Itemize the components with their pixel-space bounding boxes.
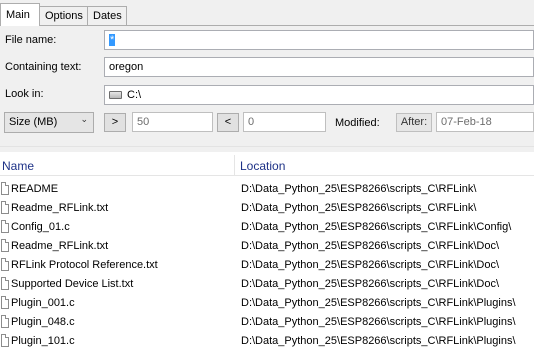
chevron-down-icon: ⌄ — [80, 114, 88, 124]
location-cell: D:\Data_Python_25\ESP8266\scripts_C\RFLi… — [241, 221, 512, 233]
file-name-input[interactable]: * — [104, 30, 534, 50]
table-row[interactable]: Plugin_101.c D:\Data_Python_25\ESP8266\s… — [0, 332, 534, 351]
table-row[interactable]: Plugin_001.c D:\Data_Python_25\ESP8266\s… — [0, 294, 534, 313]
file-icon — [1, 239, 9, 252]
column-header-name[interactable]: Name — [2, 159, 34, 173]
modified-label: Modified: — [335, 117, 380, 129]
tab-dates[interactable]: Dates — [87, 6, 127, 25]
size-greater-input[interactable]: 50 — [132, 112, 213, 132]
location-cell: D:\Data_Python_25\ESP8266\scripts_C\RFLi… — [241, 316, 516, 328]
file-name-cell: Plugin_101.c — [11, 335, 75, 347]
file-icon — [1, 315, 9, 328]
table-row[interactable]: Supported Device List.txt D:\Data_Python… — [0, 275, 534, 294]
file-icon — [1, 258, 9, 271]
file-name-cell: Supported Device List.txt — [11, 278, 134, 290]
after-button[interactable]: After: — [396, 113, 432, 132]
location-cell: D:\Data_Python_25\ESP8266\scripts_C\RFLi… — [241, 183, 477, 195]
table-row[interactable]: Plugin_048.c D:\Data_Python_25\ESP8266\s… — [0, 313, 534, 332]
file-icon — [1, 334, 9, 347]
file-name-value: * — [109, 34, 116, 46]
table-row[interactable]: Readme_RFLink.txt D:\Data_Python_25\ESP8… — [0, 199, 534, 218]
location-cell: D:\Data_Python_25\ESP8266\scripts_C\RFLi… — [241, 335, 516, 347]
table-row[interactable]: Readme_RFLink.txt D:\Data_Python_25\ESP8… — [0, 237, 534, 256]
file-name-cell: Readme_RFLink.txt — [11, 202, 109, 214]
tab-bar: Main Options Dates — [0, 0, 534, 26]
file-icon — [1, 201, 9, 214]
file-name-cell: Config_01.c — [11, 221, 70, 233]
file-icon — [1, 296, 9, 309]
look-in-value: C:\ — [127, 89, 142, 101]
size-unit-value: Size (MB) — [9, 116, 58, 128]
results-list[interactable]: Name Location README D:\Data_Python_25\E… — [0, 152, 534, 361]
results-header: Name Location — [0, 155, 534, 176]
file-name-label: File name: — [5, 34, 57, 46]
column-divider[interactable] — [234, 155, 235, 176]
file-icon — [1, 277, 9, 290]
size-less-input[interactable]: 0 — [243, 112, 326, 132]
containing-text-label: Containing text: — [5, 61, 82, 73]
greater-than-button[interactable]: > — [104, 113, 126, 132]
file-icon — [1, 220, 9, 233]
size-unit-select[interactable]: Size (MB) ⌄ — [4, 112, 94, 133]
file-name-cell: RFLink Protocol Reference.txt — [11, 259, 158, 271]
table-row[interactable]: RFLink Protocol Reference.txt D:\Data_Py… — [0, 256, 534, 275]
location-cell: D:\Data_Python_25\ESP8266\scripts_C\RFLi… — [241, 202, 477, 214]
look-in-combo[interactable]: C:\ — [104, 85, 534, 105]
column-header-location[interactable]: Location — [240, 159, 285, 173]
tab-main[interactable]: Main — [0, 3, 40, 26]
tab-options[interactable]: Options — [39, 6, 88, 25]
file-name-cell: Plugin_048.c — [11, 316, 75, 328]
file-name-cell: Readme_RFLink.txt — [11, 240, 109, 252]
location-cell: D:\Data_Python_25\ESP8266\scripts_C\RFLi… — [241, 240, 500, 252]
location-cell: D:\Data_Python_25\ESP8266\scripts_C\RFLi… — [241, 259, 500, 271]
look-in-label: Look in: — [5, 88, 44, 100]
file-name-cell: README — [11, 183, 59, 195]
table-row[interactable]: Config_01.c D:\Data_Python_25\ESP8266\sc… — [0, 218, 534, 237]
drive-icon — [109, 91, 122, 100]
file-name-cell: Plugin_001.c — [11, 297, 75, 309]
location-cell: D:\Data_Python_25\ESP8266\scripts_C\RFLi… — [241, 278, 500, 290]
location-cell: D:\Data_Python_25\ESP8266\scripts_C\RFLi… — [241, 297, 516, 309]
search-window: Main Options Dates File name: * Containi… — [0, 0, 534, 361]
table-row[interactable]: README D:\Data_Python_25\ESP8266\scripts… — [0, 180, 534, 199]
after-date-input[interactable]: 07-Feb-18 — [436, 112, 534, 132]
file-icon — [1, 182, 9, 195]
containing-text-input[interactable]: oregon — [104, 57, 534, 77]
less-than-button[interactable]: < — [217, 113, 239, 132]
